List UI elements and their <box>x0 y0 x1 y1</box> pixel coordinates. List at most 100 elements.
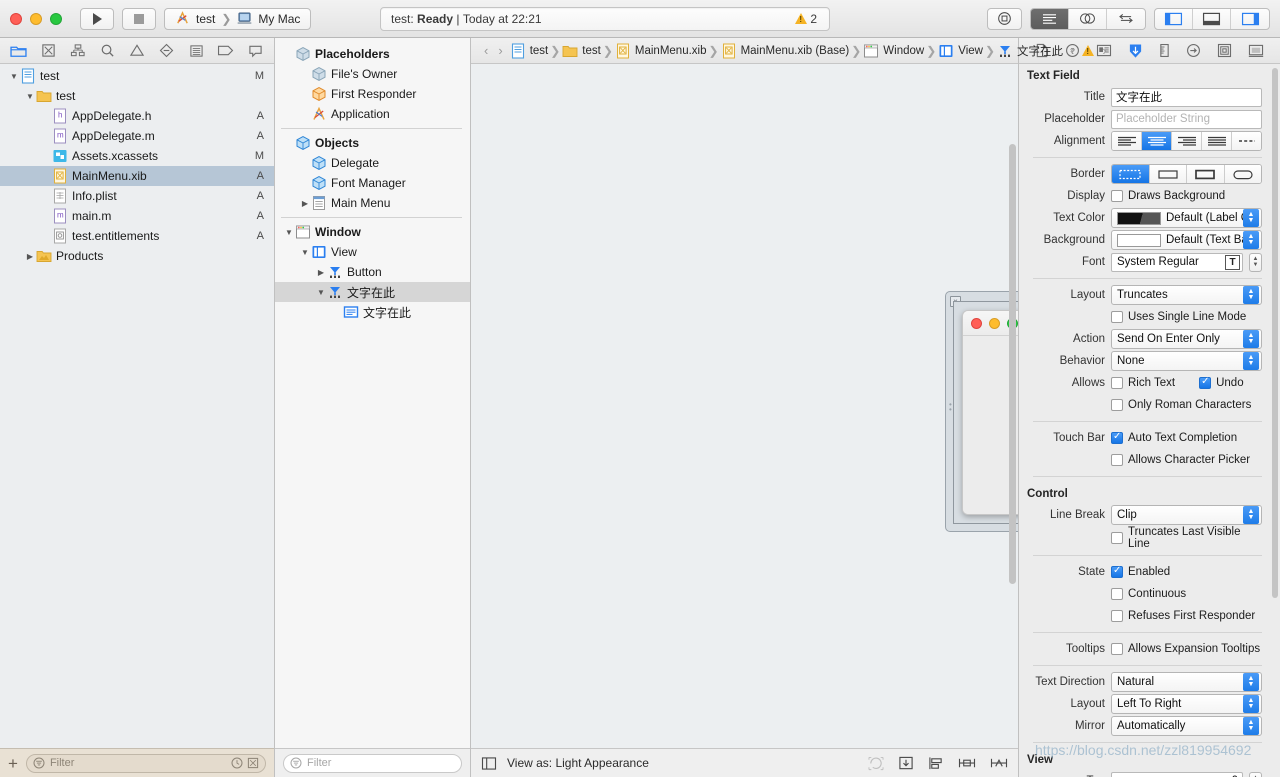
checkbox-checked-icon[interactable] <box>1199 376 1212 389</box>
outline-tree[interactable]: Placeholders File's Owner First Responder A… <box>275 38 470 748</box>
update-frames-icon[interactable] <box>868 756 884 771</box>
border-option-3[interactable] <box>1224 165 1261 183</box>
checkbox-unchecked-icon[interactable] <box>1111 377 1123 389</box>
resolve-issues-icon[interactable] <box>990 756 1008 771</box>
inspector-popup-button[interactable]: Send On Enter Only ▲ ▼ <box>1111 329 1262 349</box>
title-input[interactable]: 文字在此 <box>1111 87 1262 107</box>
font-panel-icon[interactable]: T <box>1225 254 1240 270</box>
inspector-checkbox-row[interactable]: Draws Background <box>1111 190 1225 202</box>
source-control-filter-icon[interactable] <box>247 757 259 769</box>
inspector-checkbox-row[interactable]: Rich Text <box>1111 377 1175 389</box>
popup-chevron-icon[interactable]: ▲ ▼ <box>1243 673 1259 691</box>
checkbox-unchecked-icon[interactable] <box>1111 311 1123 323</box>
toggle-navigator-button[interactable] <box>1155 8 1193 29</box>
toggle-outline-icon[interactable] <box>481 756 497 770</box>
project-file-tree[interactable]: ▼ test M ▼ test h AppDelegate.h Am AppDelegate.m… <box>0 64 274 748</box>
symbol-navigator-tab[interactable] <box>66 41 90 61</box>
alignment-option-3[interactable] <box>1202 132 1232 150</box>
file-tree-row[interactable]: Info.plist A <box>0 186 274 206</box>
interface-builder-canvas[interactable]: × ••• ••• •• •• <box>471 64 1018 748</box>
inspector-checkbox-row[interactable]: Allows Character Picker <box>1111 454 1250 466</box>
checkbox-unchecked-icon[interactable] <box>1111 190 1123 202</box>
jumpbar-item[interactable]: test <box>562 43 601 59</box>
outline-row[interactable]: 文字在此 <box>275 302 470 322</box>
popup-chevron-icon[interactable]: ▲ ▼ <box>1243 506 1259 524</box>
assistant-editor-button[interactable] <box>1069 8 1107 29</box>
outline-row[interactable]: First Responder <box>275 84 470 104</box>
border-option-2[interactable] <box>1187 165 1225 183</box>
disclosure-right-icon[interactable]: ▶ <box>315 268 327 277</box>
file-tree-row[interactable]: ▼ test M <box>0 66 274 86</box>
standard-editor-button[interactable] <box>1031 8 1069 29</box>
next-issue-button[interactable]: › <box>1099 43 1109 58</box>
alignment-option-1[interactable] <box>1142 132 1172 150</box>
embed-in-icon[interactable] <box>898 756 914 771</box>
popup-chevron-icon[interactable]: ▲ ▼ <box>1243 717 1259 735</box>
popup-chevron-icon[interactable]: ▲ ▼ <box>1243 231 1259 249</box>
attributes-inspector-icon[interactable] <box>1128 43 1143 59</box>
checkbox-unchecked-icon[interactable] <box>1111 454 1123 466</box>
warning-triangle-icon[interactable] <box>1082 45 1095 56</box>
popup-chevron-icon[interactable]: ▲ ▼ <box>1243 209 1259 227</box>
checkbox-unchecked-icon[interactable] <box>1111 399 1123 411</box>
popup-chevron-icon[interactable]: ▲ ▼ <box>1243 286 1259 304</box>
outline-row[interactable]: ▶ Button <box>275 262 470 282</box>
alignment-option-0[interactable] <box>1112 132 1142 150</box>
file-tree-row[interactable]: ▼ test <box>0 86 274 106</box>
popup-chevron-icon[interactable]: ▲ ▼ <box>1243 330 1259 348</box>
outline-row[interactable]: ▶ Main Menu <box>275 193 470 213</box>
inspector-checkbox-row[interactable]: Allows Expansion Tooltips <box>1111 643 1260 655</box>
file-tree-row[interactable]: ▶ Products <box>0 246 274 266</box>
inspector-popup-button[interactable]: Truncates ▲ ▼ <box>1111 285 1262 305</box>
inspector-popup-button[interactable]: None ▲ ▼ <box>1111 351 1262 371</box>
popup-chevron-icon[interactable]: ▲ ▼ <box>1243 695 1259 713</box>
outline-row[interactable]: ▼ 文字在此 <box>275 282 470 302</box>
version-editor-button[interactable] <box>1107 9 1145 29</box>
inspector-checkbox-row[interactable]: Auto Text Completion <box>1111 431 1237 444</box>
border-option-0[interactable] <box>1112 165 1150 183</box>
inspector-checkbox-row[interactable]: Continuous <box>1111 588 1186 600</box>
outline-row[interactable]: Application <box>275 104 470 124</box>
outline-row[interactable]: ▼ View <box>275 242 470 262</box>
project-navigator-tab[interactable] <box>7 41 31 61</box>
status-bar[interactable]: test: Ready | Today at 22:21 2 <box>380 6 830 31</box>
find-navigator-tab[interactable] <box>95 41 119 61</box>
tag-stepper[interactable]: ▲▼ <box>1249 771 1262 777</box>
navigator-filter-field[interactable]: Filter <box>25 753 266 773</box>
file-tree-row[interactable]: m AppDelegate.m A <box>0 126 274 146</box>
inspector-popup-button[interactable]: Natural ▲ ▼ <box>1111 672 1262 692</box>
checkbox-unchecked-icon[interactable] <box>1111 610 1123 622</box>
color-popup-button[interactable]: Default (Text Ba...▲▼ <box>1111 230 1262 250</box>
file-tree-row[interactable]: m main.m A <box>0 206 274 226</box>
inspector-popup-button[interactable]: Left To Right ▲ ▼ <box>1111 694 1262 714</box>
align-icon[interactable] <box>928 756 944 771</box>
jumpbar-item[interactable]: MainMenu.xib (Base) <box>721 43 849 59</box>
connections-inspector-icon[interactable] <box>1186 43 1201 58</box>
stop-button[interactable] <box>122 7 156 30</box>
outline-row[interactable]: ▼ Window <box>275 222 470 242</box>
canvas-vertical-scrollbar[interactable] <box>1009 144 1016 584</box>
jumpbar-item[interactable]: test <box>510 42 548 59</box>
disclosure-down-icon[interactable]: ▼ <box>315 288 327 297</box>
inspector-checkbox-row[interactable]: Undo <box>1199 376 1244 389</box>
file-tree-row[interactable]: Assets.xcassets M <box>0 146 274 166</box>
placeholder-input[interactable]: Placeholder String <box>1111 109 1262 129</box>
jumpbar-item[interactable]: 文字在此 <box>997 43 1063 59</box>
disclosure-down-icon[interactable]: ▼ <box>299 248 311 257</box>
toggle-debug-area-button[interactable] <box>1193 8 1231 29</box>
inspector-checkbox-row[interactable]: Refuses First Responder <box>1111 610 1255 622</box>
checkbox-checked-icon[interactable] <box>1111 431 1123 444</box>
outline-row[interactable]: Delegate <box>275 153 470 173</box>
inspector-popup-button[interactable]: Automatically ▲ ▼ <box>1111 716 1262 736</box>
alignment-option-2[interactable] <box>1172 132 1202 150</box>
inspector-checkbox-row[interactable]: Enabled <box>1111 565 1170 578</box>
outline-row[interactable]: Font Manager <box>275 173 470 193</box>
previous-issue-button[interactable]: ‹ <box>1067 43 1077 58</box>
pin-constraints-icon[interactable] <box>958 756 976 771</box>
jumpbar-item[interactable]: MainMenu.xib <box>615 43 707 59</box>
file-tree-row[interactable]: test.entitlements A <box>0 226 274 246</box>
inspector-checkbox-row[interactable]: Only Roman Characters <box>1111 399 1251 411</box>
alignment-option-4[interactable] <box>1232 132 1261 150</box>
report-navigator-tab[interactable] <box>243 41 267 61</box>
jumpbar-item[interactable]: View <box>938 43 983 59</box>
